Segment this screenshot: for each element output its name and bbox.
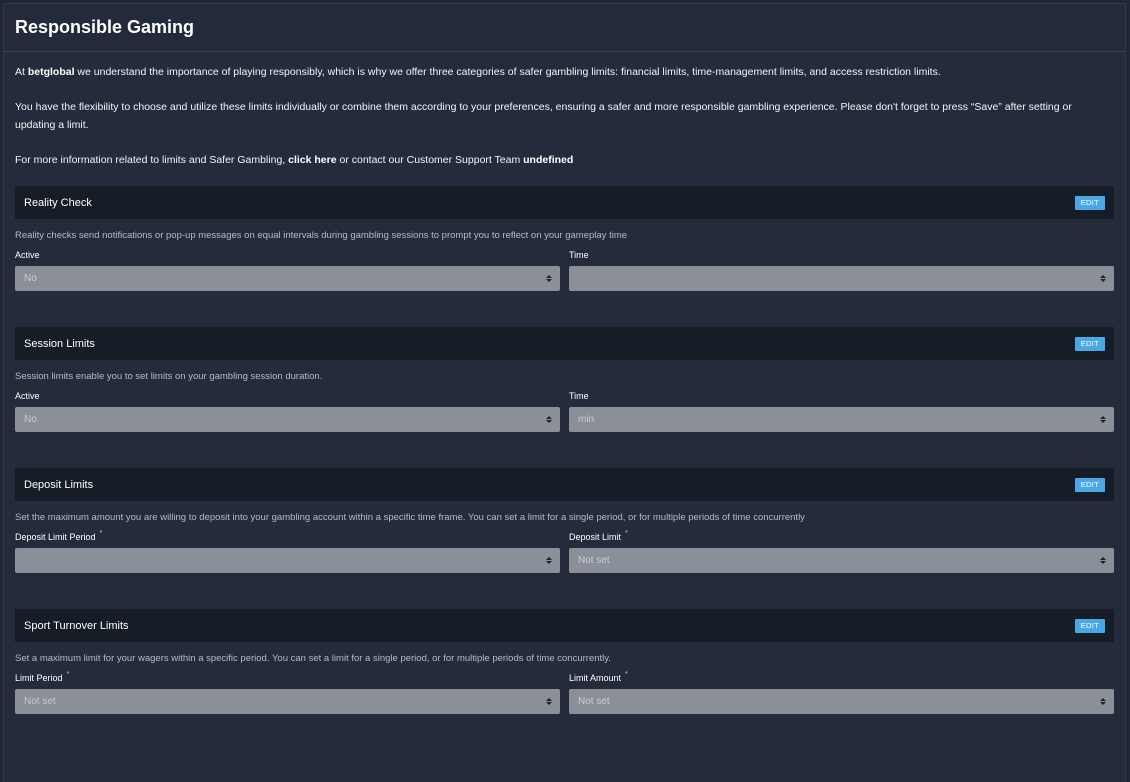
intro-text-segment: At [15,66,28,78]
intro-paragraph-3: For more information related to limits a… [15,151,1114,169]
section-title: Reality Check [24,196,92,209]
section-title: Sport Turnover Limits [24,619,129,632]
up-down-caret-icon [546,698,552,705]
intro-paragraph-2: You have the flexibility to choose and u… [15,101,1072,131]
select-value: No [24,273,37,284]
field-label: Limit Amount * [569,669,1114,687]
time-select[interactable] [569,266,1114,291]
field-label-text: Limit Amount [569,673,622,683]
field-time: Time [569,246,1114,291]
support-team-name: undefined [523,154,574,166]
field-label-text: Deposit Limit Period [15,532,96,542]
field-time: Time min [569,387,1114,432]
section-title: Session Limits [24,337,95,350]
field-deposit-limit-period: Deposit Limit Period * [15,528,560,573]
limit-amount-select[interactable]: Not set [569,689,1114,714]
up-down-caret-icon [1100,557,1106,564]
up-down-caret-icon [1100,275,1106,282]
up-down-caret-icon [1100,698,1106,705]
field-deposit-limit: Deposit Limit * Not set [569,528,1114,573]
page-title: Responsible Gaming [15,17,195,37]
field-label-text: Active [15,250,40,260]
required-marker: * [66,671,70,678]
edit-button[interactable]: EDIT [1074,477,1105,492]
field-label: Deposit Limit Period * [15,528,560,546]
time-select[interactable]: min [569,407,1114,432]
section-description: Set the maximum amount you are willing t… [15,512,805,523]
limit-period-select[interactable]: Not set [15,689,560,714]
edit-button[interactable]: EDIT [1074,618,1105,633]
section-header: Deposit Limits EDIT [15,468,1114,501]
section-sport-turnover-limits: Sport Turnover Limits EDIT Set a maximum… [15,609,1114,714]
field-label: Active [15,387,560,405]
up-down-caret-icon [546,557,552,564]
active-select[interactable]: No [15,407,560,432]
select-value: Not set [24,696,56,707]
field-label: Time [569,246,1114,264]
field-label-text: Time [569,391,589,401]
responsible-gaming-panel: Responsible Gaming At betglobal we under… [3,3,1126,782]
select-value: No [24,414,37,425]
select-value: min [578,414,595,425]
select-value: Not set [578,555,610,566]
up-down-caret-icon [546,275,552,282]
section-deposit-limits: Deposit Limits EDIT Set the maximum amou… [15,468,1114,573]
section-header: Session Limits EDIT [15,327,1114,360]
section-fields: Deposit Limit Period * Deposit Limit * Not… [15,528,1114,573]
intro-paragraph-1: At betglobal we understand the importanc… [15,63,1114,81]
required-marker: * [99,530,103,537]
section-header: Reality Check EDIT [15,186,1114,219]
section-description: Set a maximum limit for your wagers with… [15,653,611,664]
field-label-text: Time [569,250,589,260]
intro-text-segment: For more information related to limits a… [15,154,289,166]
section-description: Session limits enable you to set limits … [15,371,323,382]
section-fields: Active No Time [15,246,1114,291]
field-limit-amount: Limit Amount * Not set [569,669,1114,714]
field-active: Active No [15,246,560,291]
page-header: Responsible Gaming [4,4,1125,52]
active-select[interactable]: No [15,266,560,291]
field-label: Time [569,387,1114,405]
deposit-limit-period-select[interactable] [15,548,560,573]
field-label: Limit Period * [15,669,560,687]
field-label: Deposit Limit * [569,528,1114,546]
select-value: Not set [578,696,610,707]
brand-name: betglobal [27,66,75,78]
section-fields: Active No Time min [15,387,1114,432]
field-label-text: Active [15,391,40,401]
section-fields: Limit Period * Not set Limit Amount * Not … [15,669,1114,714]
required-marker: * [625,530,628,537]
section-header: Sport Turnover Limits EDIT [15,609,1114,642]
intro-text: At betglobal we understand the importanc… [4,52,1125,169]
up-down-caret-icon [1100,416,1106,423]
intro-text-segment: we understand the importance of playing … [74,66,941,78]
edit-button[interactable]: EDIT [1074,336,1105,351]
field-label-text: Limit Period [15,673,63,683]
section-description: Reality checks send notifications or pop… [15,230,628,241]
deposit-limit-select[interactable]: Not set [569,548,1114,573]
section-session-limits: Session Limits EDIT Session limits enabl… [15,327,1114,432]
field-label: Active [15,246,560,264]
edit-button[interactable]: EDIT [1074,195,1105,210]
section-title: Deposit Limits [24,478,94,491]
field-limit-period: Limit Period * Not set [15,669,560,714]
click-here-link[interactable]: click here [288,154,336,166]
intro-text-segment: or contact our Customer Support Team [336,154,524,166]
field-label-text: Deposit Limit [569,532,622,542]
required-marker: * [625,671,628,678]
section-reality-check: Reality Check EDIT Reality checks send n… [15,186,1114,291]
field-active: Active No [15,387,560,432]
up-down-caret-icon [546,416,552,423]
